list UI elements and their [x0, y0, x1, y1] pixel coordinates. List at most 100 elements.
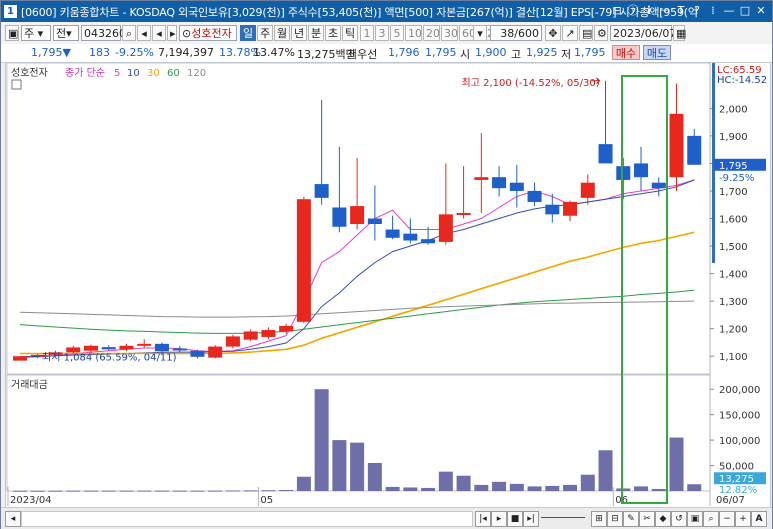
- highlight-box: [621, 75, 668, 504]
- candle-body-9: [172, 348, 187, 351]
- period-button-4[interactable]: 분: [308, 25, 324, 41]
- minute-button-30[interactable]: 30: [441, 25, 458, 41]
- period-button-3[interactable]: 년: [291, 25, 307, 41]
- cross-icon[interactable]: ✥: [545, 25, 561, 41]
- period-button-2[interactable]: 월: [274, 25, 290, 41]
- auto-icon[interactable]: A: [751, 511, 767, 527]
- volume-bar-20: [367, 463, 382, 491]
- high-annotation: 최고 2,100 (-14.52%, 05/30): [462, 77, 600, 89]
- low-label: 저: [561, 48, 572, 61]
- candle-body-31: [563, 201, 578, 216]
- title-button-9[interactable]: ✕: [754, 3, 768, 18]
- volume-tag-value: 13,275: [719, 474, 754, 485]
- volume-bar-26: [474, 484, 489, 491]
- volume-bar-22: [403, 487, 418, 491]
- layout-icon[interactable]: ▣: [5, 25, 19, 41]
- next-icon[interactable]: ▸: [491, 511, 507, 527]
- candle-body-23: [421, 239, 436, 244]
- scroll-track[interactable]: [21, 511, 473, 527]
- volume-bar-10: [190, 490, 205, 492]
- stock-name-field[interactable]: ⊙성호전자: [179, 25, 237, 41]
- volume-bar-16: [296, 476, 311, 491]
- reset-icon[interactable]: ↺: [671, 511, 687, 527]
- last-page-icon[interactable]: ▸|: [523, 511, 539, 527]
- period-button-5[interactable]: 초: [325, 25, 341, 41]
- price-tick-label-4: 1,500: [719, 242, 748, 253]
- bid-price-1: 1,796: [388, 46, 420, 59]
- title-button-2[interactable]: ℹ: [642, 3, 656, 18]
- price-change-pct: -9.25%: [115, 46, 154, 59]
- gear-icon[interactable]: ⚙: [594, 25, 608, 41]
- title-button-5[interactable]: ?: [690, 3, 704, 18]
- zoom-in-icon[interactable]: +: [735, 511, 751, 527]
- price-tick-label-0: 1,100: [719, 352, 748, 363]
- minute-button-5[interactable]: 5: [390, 25, 404, 41]
- x-axis-label-0: 2023/04: [10, 495, 52, 506]
- volume-bar-30: [545, 485, 560, 491]
- print-icon[interactable]: ▣: [687, 511, 703, 527]
- save-icon[interactable]: ▤: [579, 25, 593, 41]
- price-tick-label-8: 1,900: [719, 132, 748, 143]
- volume-bar-8: [154, 490, 169, 492]
- volume-bar-2: [48, 490, 63, 492]
- ma-line-30: [20, 231, 695, 355]
- title-button-6[interactable]: ⁞: [706, 3, 720, 18]
- current-price: 1,795▼: [31, 46, 71, 59]
- period-button-0[interactable]: 일: [240, 25, 256, 41]
- period-button-6[interactable]: 틱: [342, 25, 358, 41]
- speaker-icon[interactable]: ◂: [137, 25, 151, 41]
- minute-button-3[interactable]: 3: [375, 25, 389, 41]
- title-button-3[interactable]: ᅮ: [658, 3, 672, 18]
- type-select[interactable]: 전▾: [53, 25, 79, 41]
- minute-button-1[interactable]: 1: [360, 25, 374, 41]
- code-input[interactable]: 043260: [81, 25, 126, 41]
- dropdown-icon[interactable]: ▾: [473, 25, 487, 41]
- count-display[interactable]: 38/600: [490, 25, 542, 41]
- volume-bar-9: [172, 490, 187, 492]
- chart-window: 1 [0600] 키움종합차트 - KOSDAQ 외국인보유[3,029(천)]…: [0, 0, 773, 529]
- down-arrow-icon: ▼: [62, 46, 71, 59]
- next-stock-icon[interactable]: ▸: [167, 25, 177, 41]
- volume-bar-5: [101, 490, 116, 492]
- fit-icon[interactable]: ⊞: [591, 511, 607, 527]
- trend-icon[interactable]: ↗: [562, 25, 578, 41]
- sell-button[interactable]: 매도: [643, 45, 671, 60]
- mark-icon[interactable]: ◆: [655, 511, 671, 527]
- minute-button-20[interactable]: 20: [423, 25, 440, 41]
- calendar-icon[interactable]: ▦: [673, 25, 686, 41]
- title-button-7[interactable]: —: [722, 3, 736, 18]
- candle-body-3: [66, 347, 81, 353]
- split-icon[interactable]: ⊟: [607, 511, 623, 527]
- period-select[interactable]: 주 ▾: [21, 25, 51, 41]
- prev-stock-icon[interactable]: ◂: [152, 25, 166, 41]
- draw-icon[interactable]: ✎: [623, 511, 639, 527]
- scroll-left-icon[interactable]: ◂: [5, 511, 21, 527]
- date-field[interactable]: 2023/06/07: [610, 25, 676, 41]
- candle-body-19: [350, 206, 365, 225]
- first-page-icon[interactable]: |◂: [475, 511, 491, 527]
- buy-button[interactable]: 매수: [612, 45, 640, 60]
- tool-icon[interactable]: ✂: [639, 511, 655, 527]
- zoom-icon[interactable]: ⌕: [703, 511, 719, 527]
- zoom-slider[interactable]: [541, 517, 585, 518]
- candle-body-17: [314, 184, 329, 198]
- quote-bar: 1,795▼ 183 -9.25% 7,194,397 13.78% 13.47…: [1, 44, 772, 63]
- volume-tick-label-1: 100,000: [719, 436, 760, 447]
- title-button-1[interactable]: ⓘ: [626, 3, 640, 18]
- period-button-1[interactable]: 주: [257, 25, 273, 41]
- search-icon[interactable]: ⌕: [122, 25, 136, 41]
- zoom-out-icon[interactable]: −: [719, 511, 735, 527]
- title-button-0[interactable]: ⊟: [610, 3, 624, 18]
- open-price: 1,900: [475, 46, 507, 59]
- volume-bar-14: [261, 490, 276, 492]
- minute-button-10[interactable]: 10: [405, 25, 422, 41]
- candle-body-27: [492, 177, 507, 189]
- volume-bar-6: [119, 490, 134, 492]
- title-button-8[interactable]: □: [738, 3, 752, 18]
- volume-bar-23: [421, 487, 436, 491]
- period-select-value: 주: [24, 27, 35, 40]
- stop-icon[interactable]: ■: [507, 511, 523, 527]
- volume-tag-pct: 12.82%: [719, 485, 757, 496]
- high-price: 1,925: [526, 46, 558, 59]
- title-button-4[interactable]: T: [674, 3, 688, 18]
